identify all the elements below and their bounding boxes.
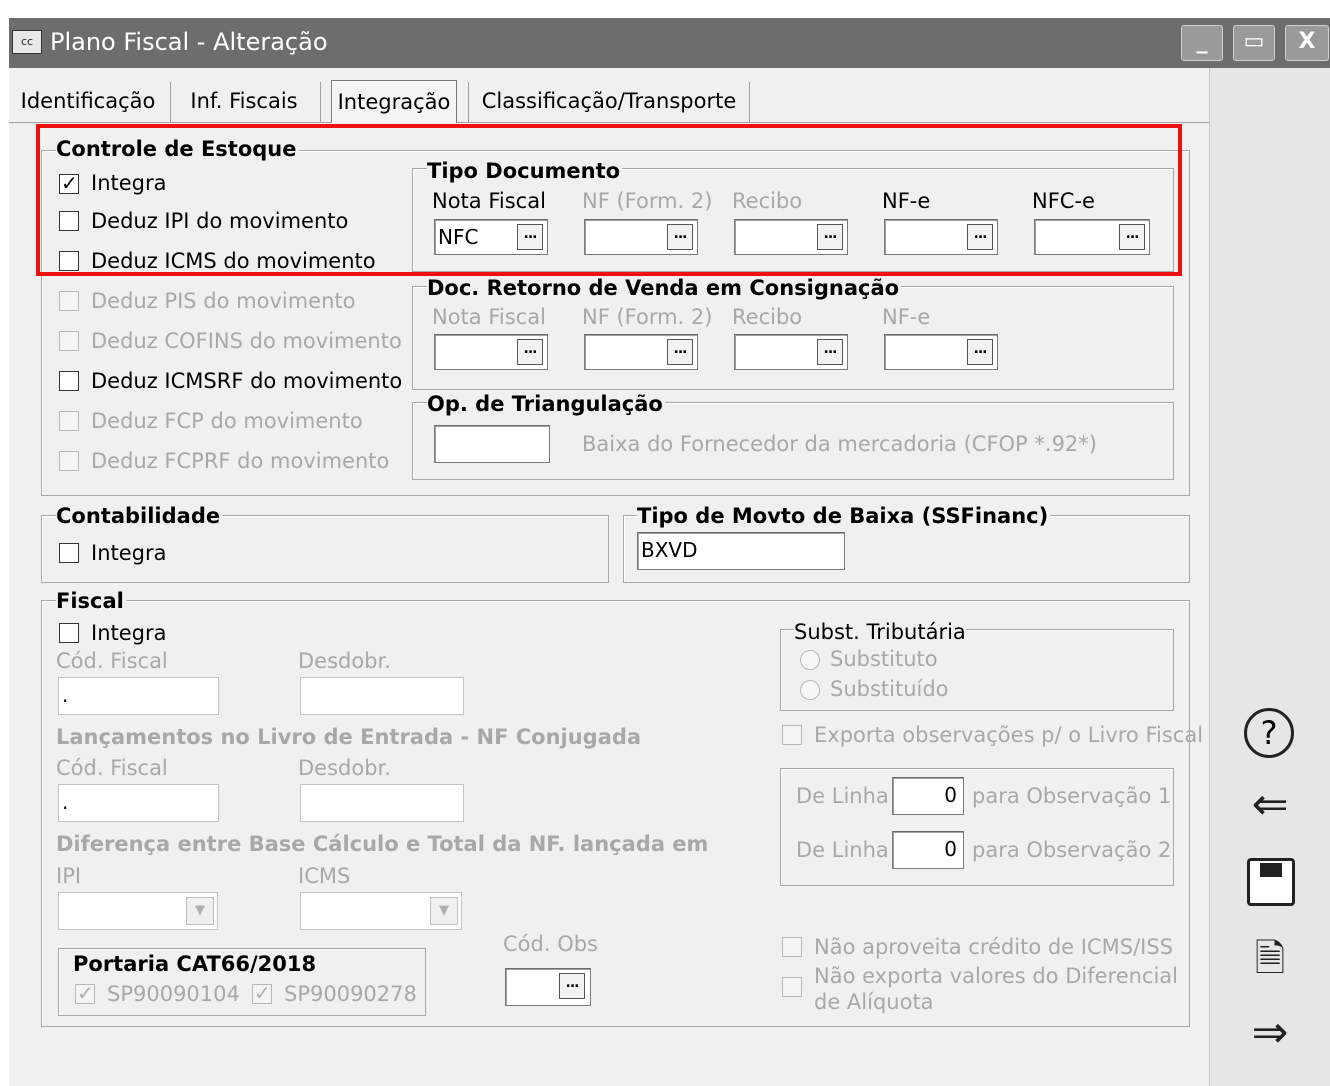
deduz-fcp-label: Deduz FCP do movimento: [91, 409, 363, 433]
contabilidade-integra-label: Integra: [91, 541, 167, 565]
chevron-down-icon: ▼: [195, 903, 205, 918]
deduz-pis-label: Deduz PIS do movimento: [91, 289, 356, 313]
substituido-radio[interactable]: [800, 680, 820, 700]
subst-tributaria-title: Subst. Tributária: [794, 619, 966, 645]
nao-exporta-label-2: de Alíquota: [814, 990, 934, 1014]
nao-aproveita-label: Não aproveita crédito de ICMS/ISS: [814, 935, 1173, 959]
substituido-label: Substituído: [830, 677, 949, 701]
diferenca-title: Diferença entre Base Cálculo e Total da …: [56, 832, 709, 856]
maximize-button[interactable]: ▭: [1233, 25, 1275, 61]
retorno-nota-fiscal-lookup-button[interactable]: ...: [517, 339, 543, 365]
triangulacao-input[interactable]: [434, 425, 550, 463]
lanc-cod-fiscal-input[interactable]: .: [58, 784, 219, 822]
retorno-recibo-label: Recibo: [732, 305, 803, 329]
cod-fiscal-input[interactable]: .: [58, 677, 219, 715]
deduz-icmsrf-checkbox[interactable]: [59, 371, 79, 391]
retorno-recibo-lookup-button[interactable]: ...: [817, 339, 843, 365]
sp90090278-checkbox[interactable]: ✓: [252, 981, 272, 1005]
fiscal-integra-checkbox[interactable]: [59, 623, 79, 643]
linha1-input[interactable]: 0: [892, 777, 964, 815]
check-mark-icon: ✓: [254, 981, 271, 1005]
linha2-input[interactable]: 0: [892, 831, 964, 869]
deduz-fcprf-label: Deduz FCPRF do movimento: [91, 449, 390, 473]
app-icon: cc: [12, 30, 42, 54]
close-icon: X: [1298, 29, 1316, 54]
forward-arrow-icon[interactable]: ⇒: [1240, 1008, 1300, 1058]
sp90090104-label: SP90090104: [107, 982, 240, 1006]
triangulacao-description: Baixa do Fornecedor da mercadoria (CFOP …: [582, 432, 1097, 456]
retorno-nfe-label: NF-e: [882, 305, 931, 329]
tab-identificacao[interactable]: Identificação: [18, 80, 158, 122]
deduz-cofins-checkbox[interactable]: [59, 331, 79, 351]
lanc-desdobr-label: Desdobr.: [298, 756, 391, 780]
icms-label: ICMS: [298, 864, 351, 888]
tipo-movto-title: Tipo de Movto de Baixa (SSFinanc): [637, 504, 1051, 528]
lanc-desdobr-input[interactable]: [300, 784, 464, 822]
help-icon[interactable]: ?: [1244, 708, 1294, 758]
tab-classificacao-transporte[interactable]: Classificação/Transporte: [478, 80, 740, 122]
deduz-icmsrf-label: Deduz ICMSRF do movimento: [91, 369, 403, 393]
linha1-suffix: para Observação 1: [972, 784, 1172, 808]
window-title: Plano Fiscal - Alteração: [50, 28, 328, 56]
minimize-icon: _: [1196, 29, 1208, 54]
substituto-label: Substituto: [830, 647, 938, 671]
ipi-label: IPI: [56, 864, 82, 888]
deduz-fcp-checkbox[interactable]: [59, 411, 79, 431]
deduz-pis-checkbox[interactable]: [59, 291, 79, 311]
contabilidade-integra-checkbox[interactable]: [59, 543, 79, 563]
lanc-cod-fiscal-label: Cód. Fiscal: [56, 756, 168, 780]
back-arrow-icon[interactable]: ⇐: [1240, 780, 1300, 830]
linha2-suffix: para Observação 2: [972, 838, 1172, 862]
retorno-nota-fiscal-label: Nota Fiscal: [432, 305, 546, 329]
cancel-document-icon[interactable]: 🗎: [1240, 933, 1300, 983]
portaria-title: Portaria CAT66/2018: [73, 952, 317, 976]
nao-aproveita-checkbox[interactable]: [782, 937, 802, 957]
doc-retorno-title: Doc. Retorno de Venda em Consignação: [427, 276, 902, 300]
tab-inf-fiscais[interactable]: Inf. Fiscais: [178, 80, 310, 122]
minimize-button[interactable]: _: [1181, 25, 1223, 61]
close-button[interactable]: X: [1285, 25, 1329, 61]
tab-separator: [749, 82, 750, 122]
nao-exporta-checkbox[interactable]: [782, 977, 802, 997]
highlight-box: [36, 124, 1182, 276]
ipi-dropdown-button[interactable]: ▼: [186, 897, 214, 925]
tab-strip-line: [9, 122, 1209, 123]
nao-exporta-label-1: Não exporta valores do Diferencial: [814, 964, 1179, 988]
exporta-obs-label: Exporta observações p/ o Livro Fiscal: [814, 723, 1204, 747]
tipo-movto-input[interactable]: BXVD: [637, 532, 845, 570]
cod-obs-label: Cód. Obs: [503, 932, 598, 956]
maximize-icon: ▭: [1243, 29, 1265, 54]
lancamentos-title: Lançamentos no Livro de Entrada - NF Con…: [56, 725, 642, 749]
retorno-nfe-lookup-button[interactable]: ...: [967, 339, 993, 365]
tab-separator: [468, 82, 469, 122]
retorno-nf-form2-lookup-button[interactable]: ...: [667, 339, 693, 365]
sp90090104-checkbox[interactable]: ✓: [75, 981, 95, 1005]
deduz-fcprf-checkbox[interactable]: [59, 451, 79, 471]
triangulacao-title: Op. de Triangulação: [427, 392, 665, 416]
desdobr-input[interactable]: [300, 677, 464, 715]
retorno-nf-form2-label: NF (Form. 2): [582, 305, 713, 329]
chevron-down-icon: ▼: [439, 903, 449, 918]
linha1-label: De Linha: [796, 784, 889, 808]
desdobr-label: Desdobr.: [298, 649, 391, 673]
fiscal-integra-label: Integra: [91, 621, 167, 645]
tab-separator: [320, 82, 321, 122]
exporta-obs-checkbox[interactable]: [782, 725, 802, 745]
deduz-cofins-label: Deduz COFINS do movimento: [91, 329, 402, 353]
fiscal-title: Fiscal: [56, 589, 126, 613]
sp90090278-label: SP90090278: [284, 982, 417, 1006]
tab-integracao[interactable]: Integração: [331, 80, 457, 123]
icms-dropdown-button[interactable]: ▼: [430, 897, 458, 925]
cod-fiscal-label: Cód. Fiscal: [56, 649, 168, 673]
cod-obs-lookup-button[interactable]: ...: [559, 973, 585, 999]
document-x-icon: 🗎: [1254, 936, 1286, 980]
check-mark-icon: ✓: [77, 981, 94, 1005]
substituto-radio[interactable]: [800, 650, 820, 670]
save-icon[interactable]: [1247, 858, 1295, 906]
contabilidade-title: Contabilidade: [56, 504, 223, 528]
tab-separator: [170, 82, 171, 122]
save-icon-shutter: [1260, 863, 1282, 877]
linha2-label: De Linha: [796, 838, 889, 862]
